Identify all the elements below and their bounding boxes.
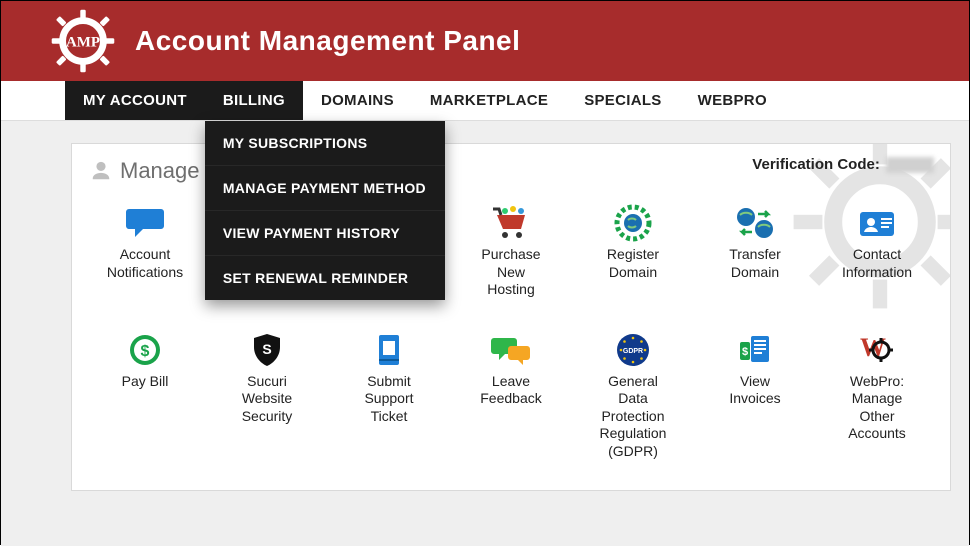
nav-specials[interactable]: SPECIALS	[566, 81, 679, 120]
nav-billing[interactable]: BILLINGMY SUBSCRIPTIONSMANAGE PAYMENT ME…	[205, 81, 303, 120]
verification-code: Verification Code:	[752, 156, 934, 173]
billing-menu-item[interactable]: VIEW PAYMENT HISTORY	[205, 210, 445, 255]
svg-text:AMP: AMP	[66, 34, 100, 50]
tile-gdpr[interactable]: GDPR GeneralDataProtectionRegulation(GDPR…	[572, 325, 694, 461]
tile-sucuri-security[interactable]: S SucuriWebsiteSecurity	[206, 325, 328, 461]
tile-label: AccountNotifications	[107, 246, 183, 281]
nav-domains[interactable]: DOMAINS	[303, 81, 412, 120]
manage-account-panel: Manage My Account Verification Code: Acc…	[71, 143, 951, 491]
gear-icon: AMP	[49, 7, 117, 75]
tile-pay-bill[interactable]: $ Pay Bill	[84, 325, 206, 461]
tile-submit-ticket[interactable]: SubmitSupportTicket	[328, 325, 450, 461]
tile-label: LeaveFeedback	[480, 373, 541, 408]
nav-label: DOMAINS	[321, 92, 394, 109]
bubbles-icon	[487, 331, 535, 369]
tile-purchase-new-hosting[interactable]: PurchaseNewHosting	[450, 198, 572, 299]
amp-logo: AMP	[49, 7, 117, 75]
verification-value-obscured	[886, 157, 934, 173]
tiles-row-2: $ Pay Bill S SucuriWebsiteSecurity SubmitSup…	[72, 325, 950, 461]
app-header: AMP Account Management Panel	[1, 1, 969, 81]
tile-label: SubmitSupportTicket	[364, 373, 413, 426]
nav-label: BILLING	[223, 92, 285, 109]
nav-label: MY ACCOUNT	[83, 92, 187, 109]
tile-label: SucuriWebsiteSecurity	[242, 373, 293, 426]
tile-leave-feedback[interactable]: LeaveFeedback	[450, 325, 572, 461]
nav-my-account[interactable]: MY ACCOUNT	[65, 81, 205, 120]
tile-label: TransferDomain	[729, 246, 781, 281]
tile-label: WebPro:ManageOtherAccounts	[848, 373, 906, 443]
nav-marketplace[interactable]: MARKETPLACE	[412, 81, 566, 120]
billing-menu-item[interactable]: SET RENEWAL REMINDER	[205, 255, 445, 300]
app-title: Account Management Panel	[135, 25, 520, 57]
nav-label: WEBPRO	[698, 92, 767, 109]
svg-text:S: S	[262, 341, 271, 357]
tile-label: ViewInvoices	[729, 373, 780, 408]
globe-green-icon	[609, 204, 657, 242]
tile-label: GeneralDataProtectionRegulation(GDPR)	[600, 373, 667, 461]
tile-label: Pay Bill	[122, 373, 169, 391]
tile-view-invoices[interactable]: $ ViewInvoices	[694, 325, 816, 461]
nav-label: SPECIALS	[584, 92, 661, 109]
ticket-icon	[365, 331, 413, 369]
page-content: Manage My Account Verification Code: Acc…	[1, 121, 969, 546]
tile-account-notifications[interactable]: AccountNotifications	[84, 198, 206, 299]
svg-text:$: $	[141, 343, 150, 360]
verification-label: Verification Code:	[752, 156, 880, 173]
billing-menu-item[interactable]: MY SUBSCRIPTIONS	[205, 121, 445, 165]
billing-menu-item[interactable]: MANAGE PAYMENT METHOD	[205, 165, 445, 210]
tile-label: PurchaseNewHosting	[481, 246, 540, 299]
nav-webpro[interactable]: WEBPRO	[680, 81, 785, 120]
cart-icon	[487, 204, 535, 242]
main-nav: MY ACCOUNT BILLINGMY SUBSCRIPTIONSMANAGE …	[1, 81, 969, 121]
gdpr-icon: GDPR	[609, 331, 657, 369]
tile-webpro-manage[interactable]: W WebPro:ManageOtherAccounts	[816, 325, 938, 461]
nav-label: MARKETPLACE	[430, 92, 548, 109]
person-icon	[90, 160, 112, 182]
invoice-icon: $	[731, 331, 779, 369]
globe-swap-icon	[731, 204, 779, 242]
billing-dropdown: MY SUBSCRIPTIONSMANAGE PAYMENT METHODVIE…	[205, 121, 445, 300]
dollar-icon: $	[121, 331, 169, 369]
shield-icon: S	[243, 331, 291, 369]
chat-blue-icon	[121, 204, 169, 242]
svg-text:GDPR: GDPR	[623, 348, 643, 355]
w-gear-icon: W	[853, 331, 901, 369]
tile-register-domain[interactable]: RegisterDomain	[572, 198, 694, 299]
svg-text:$: $	[742, 346, 748, 358]
tile-label: RegisterDomain	[607, 246, 659, 281]
